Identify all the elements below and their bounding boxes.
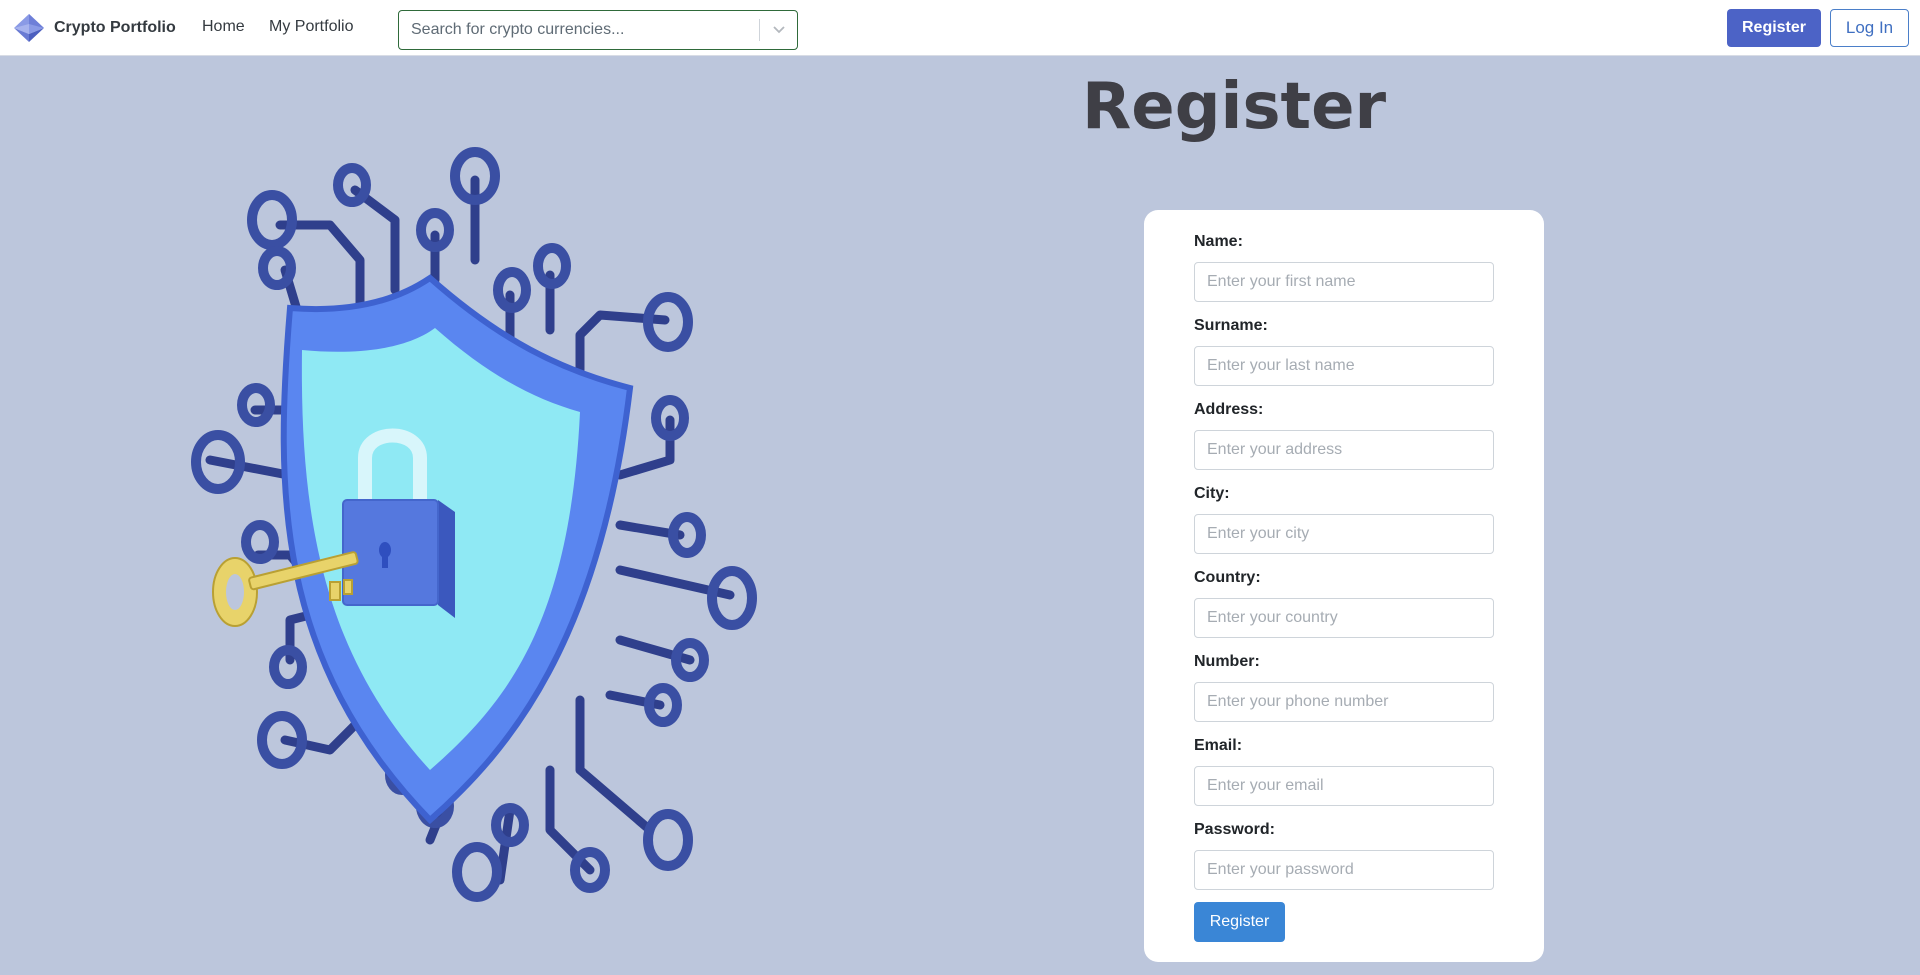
number-label: Number: — [1194, 653, 1260, 670]
security-shield-illustration — [191, 147, 757, 902]
search-separator — [759, 19, 760, 41]
password-label: Password: — [1194, 821, 1275, 838]
first-name-input[interactable] — [1194, 262, 1494, 302]
city-input[interactable] — [1194, 514, 1494, 554]
address-label: Address: — [1194, 401, 1264, 418]
chevron-down-icon[interactable] — [769, 21, 789, 39]
email-input[interactable] — [1194, 766, 1494, 806]
crypto-search-select[interactable] — [398, 10, 798, 50]
country-input[interactable] — [1194, 598, 1494, 638]
register-button[interactable]: Register — [1727, 9, 1821, 47]
login-button[interactable]: Log In — [1830, 9, 1909, 47]
nav-link-home[interactable]: Home — [202, 18, 245, 36]
city-label: City: — [1194, 485, 1230, 502]
search-input[interactable] — [399, 11, 759, 49]
surname-label: Surname: — [1194, 317, 1268, 334]
top-navbar: Crypto Portfolio Home My Portfolio Regis… — [0, 0, 1920, 56]
country-label: Country: — [1194, 569, 1261, 586]
email-label: Email: — [1194, 737, 1243, 754]
register-form-card: Name: Surname: Address: City: Country: N… — [1144, 210, 1544, 962]
submit-register-button[interactable]: Register — [1194, 902, 1285, 942]
password-input[interactable] — [1194, 850, 1494, 890]
nav-link-my-portfolio[interactable]: My Portfolio — [269, 18, 353, 36]
brand-name: Crypto Portfolio — [54, 19, 176, 36]
page-title: Register — [1082, 70, 1387, 144]
name-label: Name: — [1194, 233, 1243, 250]
address-input[interactable] — [1194, 430, 1494, 470]
last-name-input[interactable] — [1194, 346, 1494, 386]
brand[interactable]: Crypto Portfolio — [12, 12, 176, 44]
phone-number-input[interactable] — [1194, 682, 1494, 722]
ethereum-diamond-icon — [14, 14, 44, 42]
